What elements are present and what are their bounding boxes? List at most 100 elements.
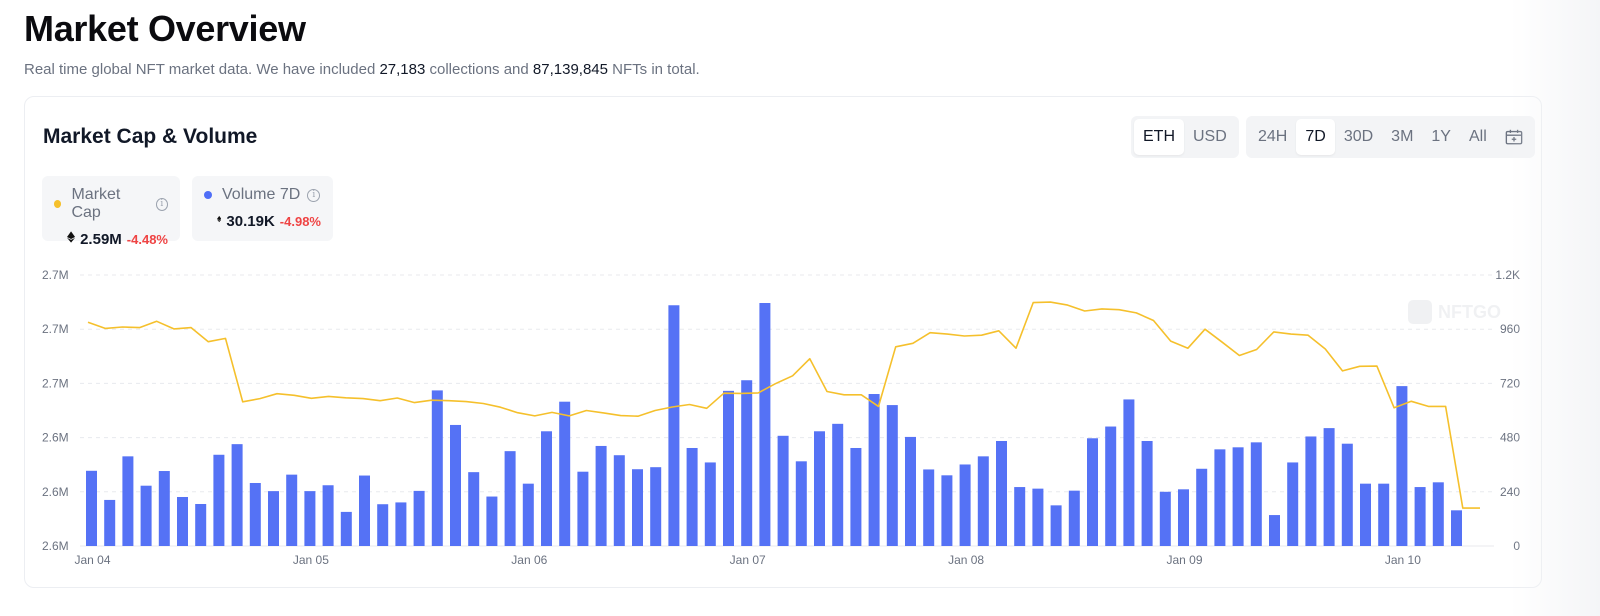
volume-bar[interactable]: [613, 455, 625, 546]
legend-market-cap[interactable]: Market Cap i 2.59M -4.48%: [42, 176, 180, 248]
volume-bar[interactable]: [122, 456, 134, 546]
volume-bar[interactable]: [340, 511, 352, 546]
legend-volume[interactable]: Volume 7D i 30.19K -4.98%: [192, 176, 333, 241]
volume-bar[interactable]: [1214, 449, 1226, 546]
range-30d-button[interactable]: 30D: [1335, 119, 1382, 155]
volume-bar[interactable]: [1105, 426, 1117, 546]
volume-bar[interactable]: [777, 435, 789, 546]
volume-bar[interactable]: [723, 390, 734, 546]
volume-bar[interactable]: [577, 471, 589, 546]
volume-bar[interactable]: [650, 467, 662, 546]
volume-bar[interactable]: [1414, 487, 1426, 546]
volume-bar[interactable]: [1178, 489, 1189, 546]
page-title: Market Overview: [24, 8, 306, 49]
volume-bar[interactable]: [486, 496, 498, 546]
watermark-text: NFTGO: [1438, 302, 1501, 322]
volume-bar[interactable]: [1141, 440, 1153, 546]
volume-bar[interactable]: [1032, 488, 1044, 546]
volume-bar[interactable]: [1123, 399, 1135, 546]
currency-usd-button[interactable]: USD: [1184, 119, 1236, 155]
volume-bar[interactable]: [1014, 487, 1026, 546]
range-7d-button[interactable]: 7D: [1296, 119, 1335, 155]
currency-eth-button[interactable]: ETH: [1134, 119, 1184, 155]
info-icon[interactable]: i: [155, 197, 168, 211]
volume-bar[interactable]: [704, 462, 716, 546]
range-3m-button[interactable]: 3M: [1382, 119, 1422, 155]
volume-bar[interactable]: [395, 502, 407, 546]
volume-bar[interactable]: [759, 303, 771, 546]
volume-bar[interactable]: [1250, 442, 1262, 546]
volume-bar[interactable]: [1396, 386, 1408, 546]
volume-bar[interactable]: [1451, 510, 1462, 546]
volume-bar[interactable]: [814, 431, 825, 546]
volume-bar[interactable]: [595, 445, 607, 546]
right-axis-tick: 720: [1500, 376, 1520, 390]
volume-bar[interactable]: [996, 440, 1007, 546]
volume-bar[interactable]: [195, 503, 207, 546]
volume-bar[interactable]: [868, 394, 880, 546]
x-axis-tick: Jan 08: [948, 553, 984, 567]
volume-bar[interactable]: [431, 390, 443, 546]
range-24h-button[interactable]: 24H: [1249, 119, 1296, 155]
volume-bar[interactable]: [359, 475, 370, 546]
volume-bar[interactable]: [249, 482, 261, 546]
volume-bar[interactable]: [559, 401, 571, 546]
volume-bar[interactable]: [977, 456, 989, 546]
x-axis-tick: Jan 06: [511, 553, 547, 567]
volume-bar[interactable]: [905, 436, 916, 546]
left-axis-tick: 2.6M: [42, 431, 69, 445]
volume-bar[interactable]: [450, 424, 461, 546]
volume-bar[interactable]: [886, 405, 898, 546]
volume-bar[interactable]: [941, 475, 953, 546]
volume-bar[interactable]: [231, 444, 243, 546]
volume-bar[interactable]: [377, 504, 389, 546]
volume-bar[interactable]: [1068, 490, 1080, 546]
volume-bar[interactable]: [286, 474, 298, 546]
volume-bar[interactable]: [1360, 483, 1371, 546]
volume-bar[interactable]: [668, 305, 680, 546]
calendar-icon[interactable]: [1496, 119, 1532, 155]
volume-bar[interactable]: [140, 485, 152, 546]
volume-bar[interactable]: [1323, 428, 1335, 546]
volume-bar[interactable]: [741, 380, 753, 546]
eth-icon: [217, 215, 222, 223]
volume-bar[interactable]: [504, 451, 516, 546]
volume-bar[interactable]: [832, 423, 844, 546]
volume-bar[interactable]: [795, 461, 807, 546]
volume-bar[interactable]: [1196, 468, 1208, 546]
info-icon[interactable]: i: [307, 188, 321, 202]
x-axis-tick: Jan 07: [730, 553, 766, 567]
volume-bar[interactable]: [468, 472, 480, 546]
volume-bar[interactable]: [923, 469, 935, 546]
volume-bar[interactable]: [522, 483, 534, 546]
market-chart[interactable]: NFTGO 2.6M 0 2.6M 240 2.6M 480 2.7M 720 2.7M 960 2…: [0, 260, 1600, 580]
volume-bar[interactable]: [1287, 462, 1299, 546]
volume-bar[interactable]: [1159, 491, 1171, 546]
time-range-toggle: 24H 7D 30D 3M 1Y All: [1246, 116, 1535, 158]
volume-bar[interactable]: [86, 470, 97, 546]
range-1y-button[interactable]: 1Y: [1422, 119, 1460, 155]
volume-bar[interactable]: [1232, 447, 1244, 546]
volume-bar[interactable]: [1305, 436, 1317, 546]
volume-bar[interactable]: [304, 491, 316, 546]
volume-bar[interactable]: [213, 454, 225, 546]
range-all-button[interactable]: All: [1460, 119, 1496, 155]
volume-bar[interactable]: [268, 491, 279, 546]
volume-bar[interactable]: [1269, 515, 1280, 546]
volume-bar[interactable]: [322, 485, 334, 546]
volume-bar[interactable]: [177, 496, 188, 546]
volume-bar[interactable]: [413, 490, 425, 546]
volume-bar[interactable]: [1378, 483, 1390, 546]
volume-bar[interactable]: [1341, 443, 1353, 546]
volume-bar[interactable]: [632, 469, 643, 546]
volume-bar[interactable]: [850, 447, 862, 546]
volume-bar[interactable]: [541, 431, 552, 546]
volume-bar[interactable]: [104, 499, 116, 546]
volume-bar[interactable]: [1432, 482, 1444, 546]
volume-bar[interactable]: [959, 464, 971, 546]
volume-bar[interactable]: [158, 471, 170, 546]
volume-bar[interactable]: [1050, 505, 1062, 546]
right-axis-tick: 480: [1500, 431, 1520, 445]
volume-bar[interactable]: [686, 447, 698, 546]
volume-bar[interactable]: [1087, 438, 1098, 546]
